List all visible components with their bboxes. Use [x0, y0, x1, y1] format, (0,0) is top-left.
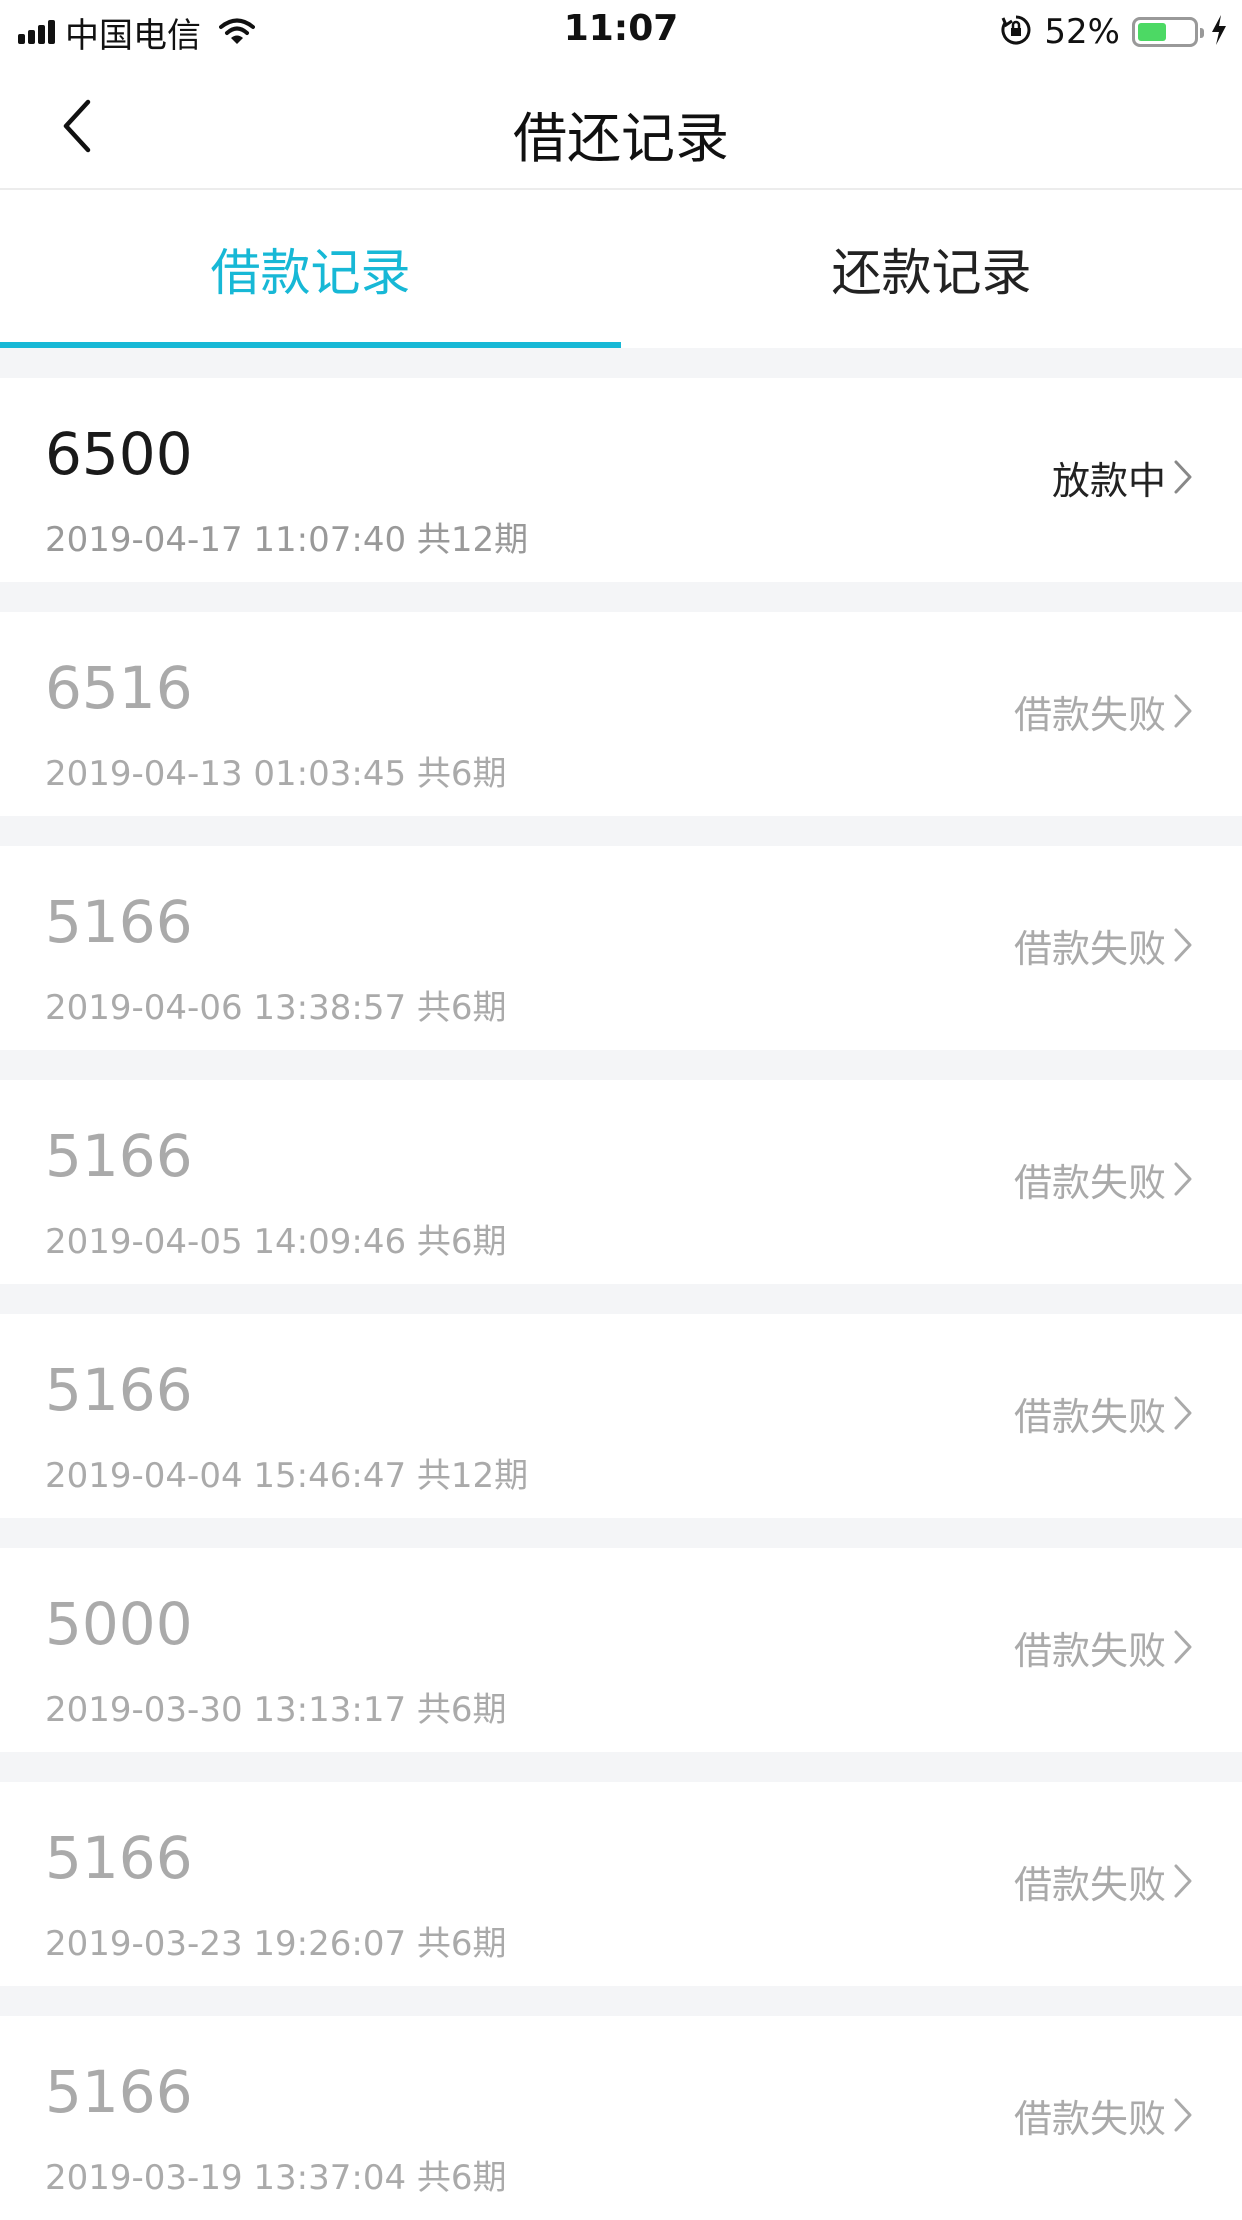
- record-status-label: 放款中: [1051, 458, 1166, 503]
- chevron-right-icon: [1174, 2098, 1192, 2132]
- battery-level-fill: [1138, 23, 1166, 41]
- record-date-periods: 2019-03-23 19:26:07 共6期: [45, 1924, 507, 1964]
- tab-bar: 借款记录 还款记录: [0, 190, 1242, 348]
- record-date-periods: 2019-04-17 11:07:40 共12期: [45, 520, 529, 560]
- status-bar-right: 52%: [1000, 12, 1228, 52]
- record-status-label: 借款失败: [1013, 1160, 1166, 1205]
- record-date-periods: 2019-04-06 13:38:57 共6期: [45, 988, 507, 1028]
- record-amount: 6516: [45, 654, 193, 722]
- battery-percent: 52%: [1044, 12, 1120, 52]
- record-item[interactable]: 5000 2019-03-30 13:13:17 共6期 借款失败: [0, 1548, 1242, 1752]
- record-amount: 5166: [45, 1356, 193, 1424]
- tab-repayment-records-label: 还款记录: [831, 244, 1032, 302]
- tab-loan-records[interactable]: 借款记录: [0, 190, 621, 348]
- tab-loan-records-label: 借款记录: [210, 244, 411, 302]
- record-status: 借款失败: [1013, 2090, 1194, 2141]
- chevron-right-icon: [1174, 928, 1192, 962]
- record-status: 放款中: [1051, 452, 1194, 503]
- orientation-lock-icon: [1000, 14, 1032, 50]
- record-amount: 5166: [45, 1122, 193, 1190]
- record-status-label: 借款失败: [1013, 926, 1166, 971]
- status-bar: 中国电信 11:07 52%: [0, 0, 1242, 64]
- chevron-right-icon: [1174, 694, 1192, 728]
- record-status: 借款失败: [1013, 1154, 1194, 1205]
- record-status-label: 借款失败: [1013, 1394, 1166, 1439]
- record-status-label: 借款失败: [1013, 1862, 1166, 1907]
- record-status: 借款失败: [1013, 1622, 1194, 1673]
- record-status-label: 借款失败: [1013, 2096, 1166, 2141]
- chevron-right-icon: [1174, 460, 1192, 494]
- record-item[interactable]: 5166 2019-04-06 13:38:57 共6期 借款失败: [0, 846, 1242, 1050]
- record-amount: 5000: [45, 1590, 193, 1658]
- record-status: 借款失败: [1013, 1388, 1194, 1439]
- battery-icon: [1132, 17, 1204, 47]
- record-amount: 5166: [45, 888, 193, 956]
- record-status: 借款失败: [1013, 1856, 1194, 1907]
- record-status: 借款失败: [1013, 920, 1194, 971]
- record-amount: 6500: [45, 420, 193, 488]
- record-list: 6500 2019-04-17 11:07:40 共12期 放款中 6516 2…: [0, 348, 1242, 2220]
- record-amount: 5166: [45, 1824, 193, 1892]
- record-item[interactable]: 5166 2019-04-05 14:09:46 共6期 借款失败: [0, 1080, 1242, 1284]
- chevron-right-icon: [1174, 1162, 1192, 1196]
- record-date-periods: 2019-03-19 13:37:04 共6期: [45, 2158, 507, 2198]
- record-amount: 5166: [45, 2058, 193, 2126]
- chevron-right-icon: [1174, 1396, 1192, 1430]
- record-date-periods: 2019-04-04 15:46:47 共12期: [45, 1456, 529, 1496]
- record-date-periods: 2019-04-05 14:09:46 共6期: [45, 1222, 507, 1262]
- record-item[interactable]: 6500 2019-04-17 11:07:40 共12期 放款中: [0, 378, 1242, 582]
- nav-bar: 借还记录: [0, 64, 1242, 190]
- record-status: 借款失败: [1013, 686, 1194, 737]
- record-date-periods: 2019-03-30 13:13:17 共6期: [45, 1690, 507, 1730]
- record-item[interactable]: 5166 2019-04-04 15:46:47 共12期 借款失败: [0, 1314, 1242, 1518]
- chevron-right-icon: [1174, 1864, 1192, 1898]
- record-status-label: 借款失败: [1013, 1628, 1166, 1673]
- tab-repayment-records[interactable]: 还款记录: [621, 190, 1242, 348]
- record-status-label: 借款失败: [1013, 692, 1166, 737]
- page-title: 借还记录: [513, 107, 729, 170]
- chevron-right-icon: [1174, 1630, 1192, 1664]
- record-item[interactable]: 6516 2019-04-13 01:03:45 共6期 借款失败: [0, 612, 1242, 816]
- record-date-periods: 2019-04-13 01:03:45 共6期: [45, 754, 507, 794]
- charging-icon: [1210, 14, 1228, 50]
- record-item[interactable]: 5166 2019-03-19 13:37:04 共6期 借款失败: [0, 2016, 1242, 2220]
- record-item[interactable]: 5166 2019-03-23 19:26:07 共6期 借款失败: [0, 1782, 1242, 1986]
